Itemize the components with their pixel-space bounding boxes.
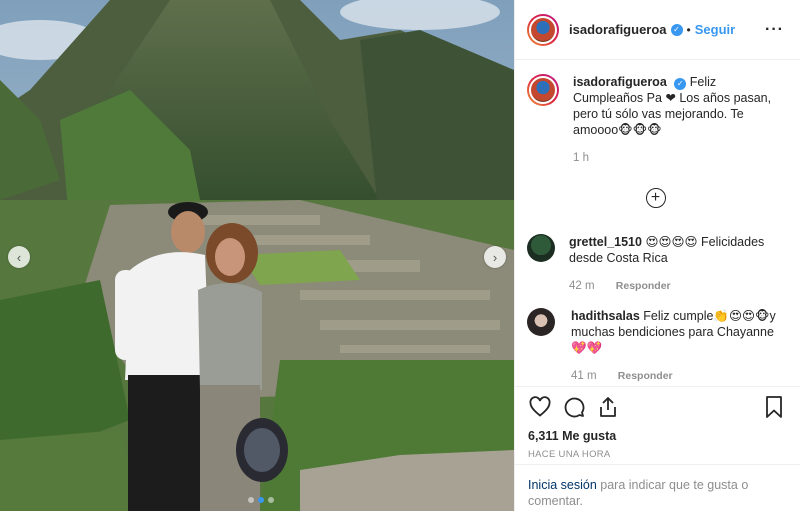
- comment-row: hadithsalas Feliz cumple👏😍😍🐵y muchas ben…: [527, 308, 784, 384]
- commenter-username[interactable]: grettel_1510: [569, 235, 642, 249]
- comments-section: isadorafigueroa ✓ Feliz Cumpleaños Pa ❤ …: [515, 60, 800, 384]
- carousel-dot: [268, 497, 274, 503]
- verified-badge-icon: ✓: [674, 78, 687, 90]
- post-timestamp: HACE UNA HORA: [528, 449, 611, 460]
- commenter-username[interactable]: hadithsalas: [571, 309, 640, 323]
- next-photo-arrow-icon[interactable]: ›: [484, 246, 506, 268]
- comment-time: 41 m: [571, 370, 597, 382]
- action-icons: [528, 395, 785, 424]
- commenter-avatar[interactable]: [527, 308, 555, 336]
- login-link[interactable]: Inicia sesión: [528, 478, 597, 492]
- bookmark-icon[interactable]: [763, 395, 785, 424]
- comment-time: 42 m: [569, 280, 595, 292]
- caption-time: 1 h: [573, 152, 589, 164]
- reply-button[interactable]: Responder: [618, 370, 673, 382]
- caption-username[interactable]: isadorafigueroa: [573, 75, 667, 89]
- carousel-dots: [248, 497, 274, 503]
- heart-icon[interactable]: [528, 395, 552, 424]
- follow-button[interactable]: Seguir: [695, 22, 735, 37]
- comment-meta: 41 m Responder: [571, 368, 784, 384]
- load-more-comments-icon[interactable]: +: [645, 188, 666, 208]
- comment-meta: 42 m Responder: [569, 278, 784, 294]
- caption-avatar[interactable]: [527, 74, 559, 106]
- more-options-icon[interactable]: ···: [765, 21, 784, 39]
- separator-dot: •: [686, 22, 691, 37]
- post-sidebar: isadorafigueroa ✓ • Seguir ··· isadorafi…: [514, 0, 800, 511]
- commenter-avatar[interactable]: [527, 234, 555, 262]
- machu-picchu-photo: [0, 0, 514, 511]
- previous-photo-arrow-icon[interactable]: ‹: [8, 246, 30, 268]
- post-header: isadorafigueroa ✓ • Seguir ···: [515, 0, 800, 60]
- comment-body: hadithsalas Feliz cumple👏😍😍🐵y muchas ben…: [571, 308, 784, 384]
- post-actions: 6,311 Me gusta HACE UNA HORA: [515, 386, 800, 460]
- carousel-dot: [248, 497, 254, 503]
- caption-row: isadorafigueroa ✓ Feliz Cumpleaños Pa ❤ …: [527, 74, 784, 166]
- author-username[interactable]: isadorafigueroa: [569, 22, 667, 37]
- comment-icon[interactable]: [562, 395, 586, 424]
- comment-row: grettel_1510 😍😍😍😍 Felicidades desde Cost…: [527, 234, 784, 294]
- login-prompt: Inicia sesión para indicar que te gusta …: [515, 464, 800, 509]
- caption-body: isadorafigueroa ✓ Feliz Cumpleaños Pa ❤ …: [573, 74, 784, 166]
- likes-count[interactable]: 6,311 Me gusta: [528, 429, 785, 443]
- reply-button[interactable]: Responder: [616, 280, 671, 292]
- author-avatar[interactable]: [527, 13, 559, 46]
- share-icon[interactable]: [596, 395, 620, 424]
- comment-body: grettel_1510 😍😍😍😍 Felicidades desde Cost…: [569, 234, 784, 294]
- instagram-post: ‹ › isadorafigueroa ✓ • Seguir ··· isado…: [0, 0, 800, 511]
- post-photo[interactable]: ‹ ›: [0, 0, 514, 511]
- carousel-dot-active: [258, 497, 264, 503]
- verified-badge-icon: ✓: [670, 23, 683, 36]
